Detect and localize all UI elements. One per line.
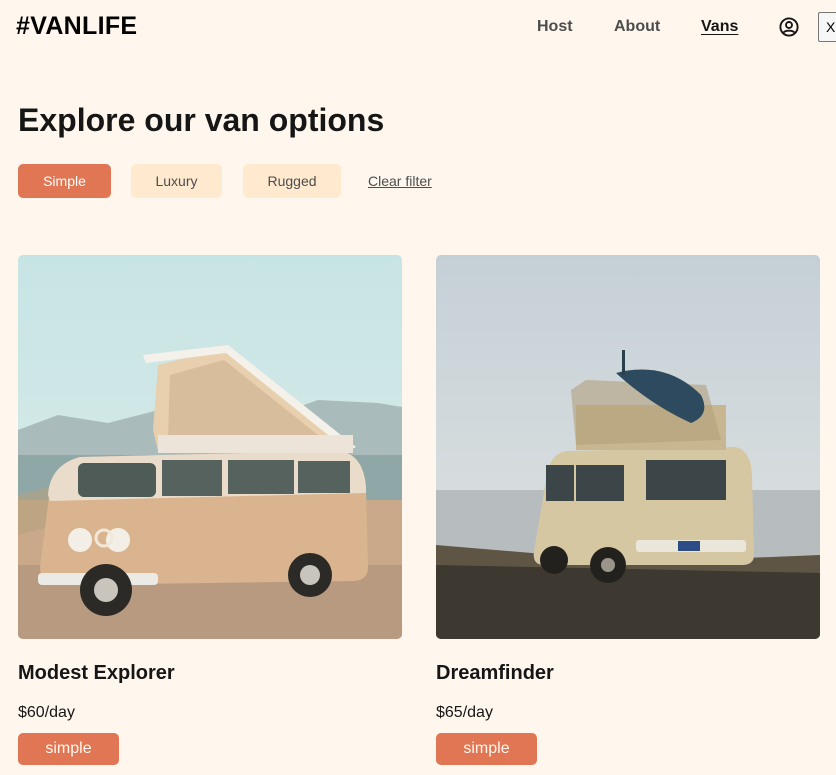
site-logo[interactable]: #VANLIFE	[16, 12, 137, 41]
van-type-badge: simple	[18, 733, 119, 765]
nav-host[interactable]: Host	[537, 18, 573, 36]
van-image[interactable]	[436, 255, 820, 639]
user-circle-icon[interactable]	[779, 17, 799, 37]
van-name[interactable]: Dreamfinder	[436, 662, 554, 685]
nav-about[interactable]: About	[614, 18, 660, 36]
filter-simple-button[interactable]: Simple	[18, 164, 111, 198]
site-header: #VANLIFE Host About Vans X	[0, 0, 836, 56]
van-card[interactable]: Modest Explorer $60/day simple	[18, 255, 402, 765]
filter-luxury-button[interactable]: Luxury	[131, 164, 222, 198]
clear-filter-link[interactable]: Clear filter	[368, 173, 432, 189]
van-card[interactable]: Dreamfinder $65/day simple	[436, 255, 820, 765]
van-price: $65/day	[436, 704, 493, 721]
close-button[interactable]: X	[818, 12, 836, 42]
van-name[interactable]: Modest Explorer	[18, 662, 175, 685]
van-type-badge: simple	[436, 733, 537, 765]
van-price: $60/day	[18, 704, 75, 721]
van-image[interactable]	[18, 255, 402, 639]
filter-rugged-button[interactable]: Rugged	[243, 164, 341, 198]
nav-vans[interactable]: Vans	[701, 18, 738, 36]
page-title: Explore our van options	[18, 102, 385, 138]
